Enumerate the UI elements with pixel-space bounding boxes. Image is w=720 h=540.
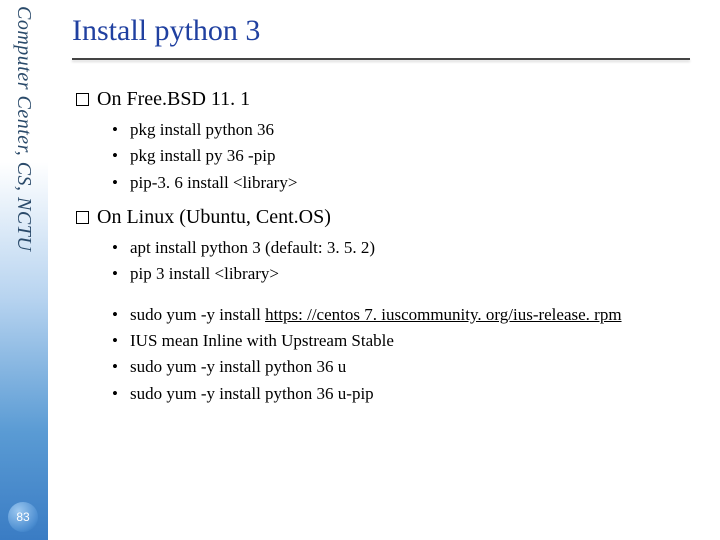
content-area: Install python 3 On Free.BSD 11. 1 pkg i… <box>58 0 710 540</box>
slide-title: Install python 3 <box>72 14 690 48</box>
page-number: 83 <box>16 510 29 524</box>
list-item: pip 3 install <library> <box>112 261 690 287</box>
list-item: sudo yum -y install https: //centos 7. i… <box>112 302 690 328</box>
slide: Computer Center, CS, NCTU 83 Install pyt… <box>0 0 720 540</box>
list-item-text: sudo yum -y install <box>130 305 265 324</box>
checkbox-icon <box>76 93 89 106</box>
section-heading-linux: On Linux (Ubuntu, Cent.OS) <box>76 206 690 229</box>
section-heading-freebsd: On Free.BSD 11. 1 <box>76 88 690 111</box>
section-heading-text: On Free.BSD 11. 1 <box>97 88 250 110</box>
bullet-list-linux-b: sudo yum -y install https: //centos 7. i… <box>112 302 690 407</box>
sidebar: Computer Center, CS, NCTU <box>0 0 48 540</box>
sidebar-label: Computer Center, CS, NCTU <box>12 6 35 251</box>
page-number-badge: 83 <box>8 502 38 532</box>
list-item: apt install python 3 (default: 3. 5. 2) <box>112 235 690 261</box>
list-item: pip-3. 6 install <library> <box>112 170 690 196</box>
checkbox-icon <box>76 211 89 224</box>
bullet-list-freebsd: pkg install python 36 pkg install py 36 … <box>112 117 690 196</box>
list-item: IUS mean Inline with Upstream Stable <box>112 328 690 354</box>
bullet-list-linux-a: apt install python 3 (default: 3. 5. 2) … <box>112 235 690 288</box>
list-item: sudo yum -y install python 36 u-pip <box>112 381 690 407</box>
section-heading-text: On Linux (Ubuntu, Cent.OS) <box>97 206 331 228</box>
list-item: pkg install py 36 -pip <box>112 143 690 169</box>
list-item: sudo yum -y install python 36 u <box>112 354 690 380</box>
ius-release-link[interactable]: https: //centos 7. iuscommunity. org/ius… <box>265 305 621 324</box>
title-underline <box>72 58 690 60</box>
list-item: pkg install python 36 <box>112 117 690 143</box>
